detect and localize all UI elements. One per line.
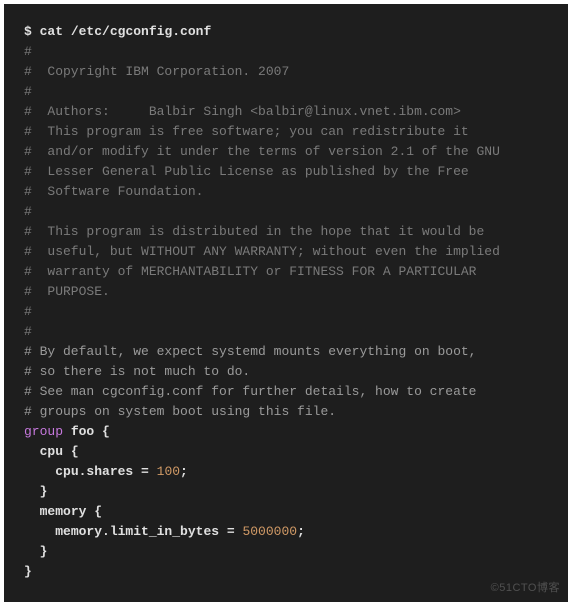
comment-line: # Lesser General Public License as publi… <box>24 162 548 182</box>
setting-value: 100 <box>157 464 180 479</box>
group-decl-line: group foo { <box>24 422 548 442</box>
comment-line: # Copyright IBM Corporation. 2007 <box>24 62 548 82</box>
comment-line: # <box>24 302 548 322</box>
comment-line: # This program is free software; you can… <box>24 122 548 142</box>
shell-prompt: $ <box>24 24 32 39</box>
section-open-line: memory { <box>24 502 548 522</box>
comment-line: # PURPOSE. <box>24 282 548 302</box>
section-open-line: cpu { <box>24 442 548 462</box>
section-name: cpu <box>40 444 63 459</box>
comment-line: # <box>24 202 548 222</box>
comment-line: # By default, we expect systemd mounts e… <box>24 342 548 362</box>
setting-line: memory.limit_in_bytes = 5000000; <box>24 522 548 542</box>
setting-line: cpu.shares = 100; <box>24 462 548 482</box>
comment-line: # and/or modify it under the terms of ve… <box>24 142 548 162</box>
command: cat /etc/cgconfig.conf <box>40 24 212 39</box>
terminal-window: $ cat /etc/cgconfig.conf # # Copyright I… <box>4 4 568 602</box>
group-close-line: } <box>24 562 548 582</box>
comment-line: # useful, but WITHOUT ANY WARRANTY; with… <box>24 242 548 262</box>
section-name: memory <box>40 504 87 519</box>
setting-key: cpu.shares <box>55 464 133 479</box>
comment-line: # Authors: Balbir Singh <balbir@linux.vn… <box>24 102 548 122</box>
comment-line: # so there is not much to do. <box>24 362 548 382</box>
command-text <box>32 24 40 39</box>
comment-line: # See man cgconfig.conf for further deta… <box>24 382 548 402</box>
section-close-line: } <box>24 482 548 502</box>
group-name: foo <box>71 424 94 439</box>
comment-line: # <box>24 322 548 342</box>
comment-line: # Software Foundation. <box>24 182 548 202</box>
keyword-group: group <box>24 424 63 439</box>
command-line: $ cat /etc/cgconfig.conf <box>24 22 548 42</box>
comment-line: # <box>24 82 548 102</box>
comment-line: # warranty of MERCHANTABILITY or FITNESS… <box>24 262 548 282</box>
comment-line: # <box>24 42 548 62</box>
comment-line: # This program is distributed in the hop… <box>24 222 548 242</box>
setting-key: memory.limit_in_bytes <box>55 524 219 539</box>
section-close-line: } <box>24 542 548 562</box>
setting-value: 5000000 <box>242 524 297 539</box>
watermark-text: ©51CTO博客 <box>491 580 560 597</box>
open-brace: { <box>94 424 110 439</box>
comment-line: # groups on system boot using this file. <box>24 402 548 422</box>
